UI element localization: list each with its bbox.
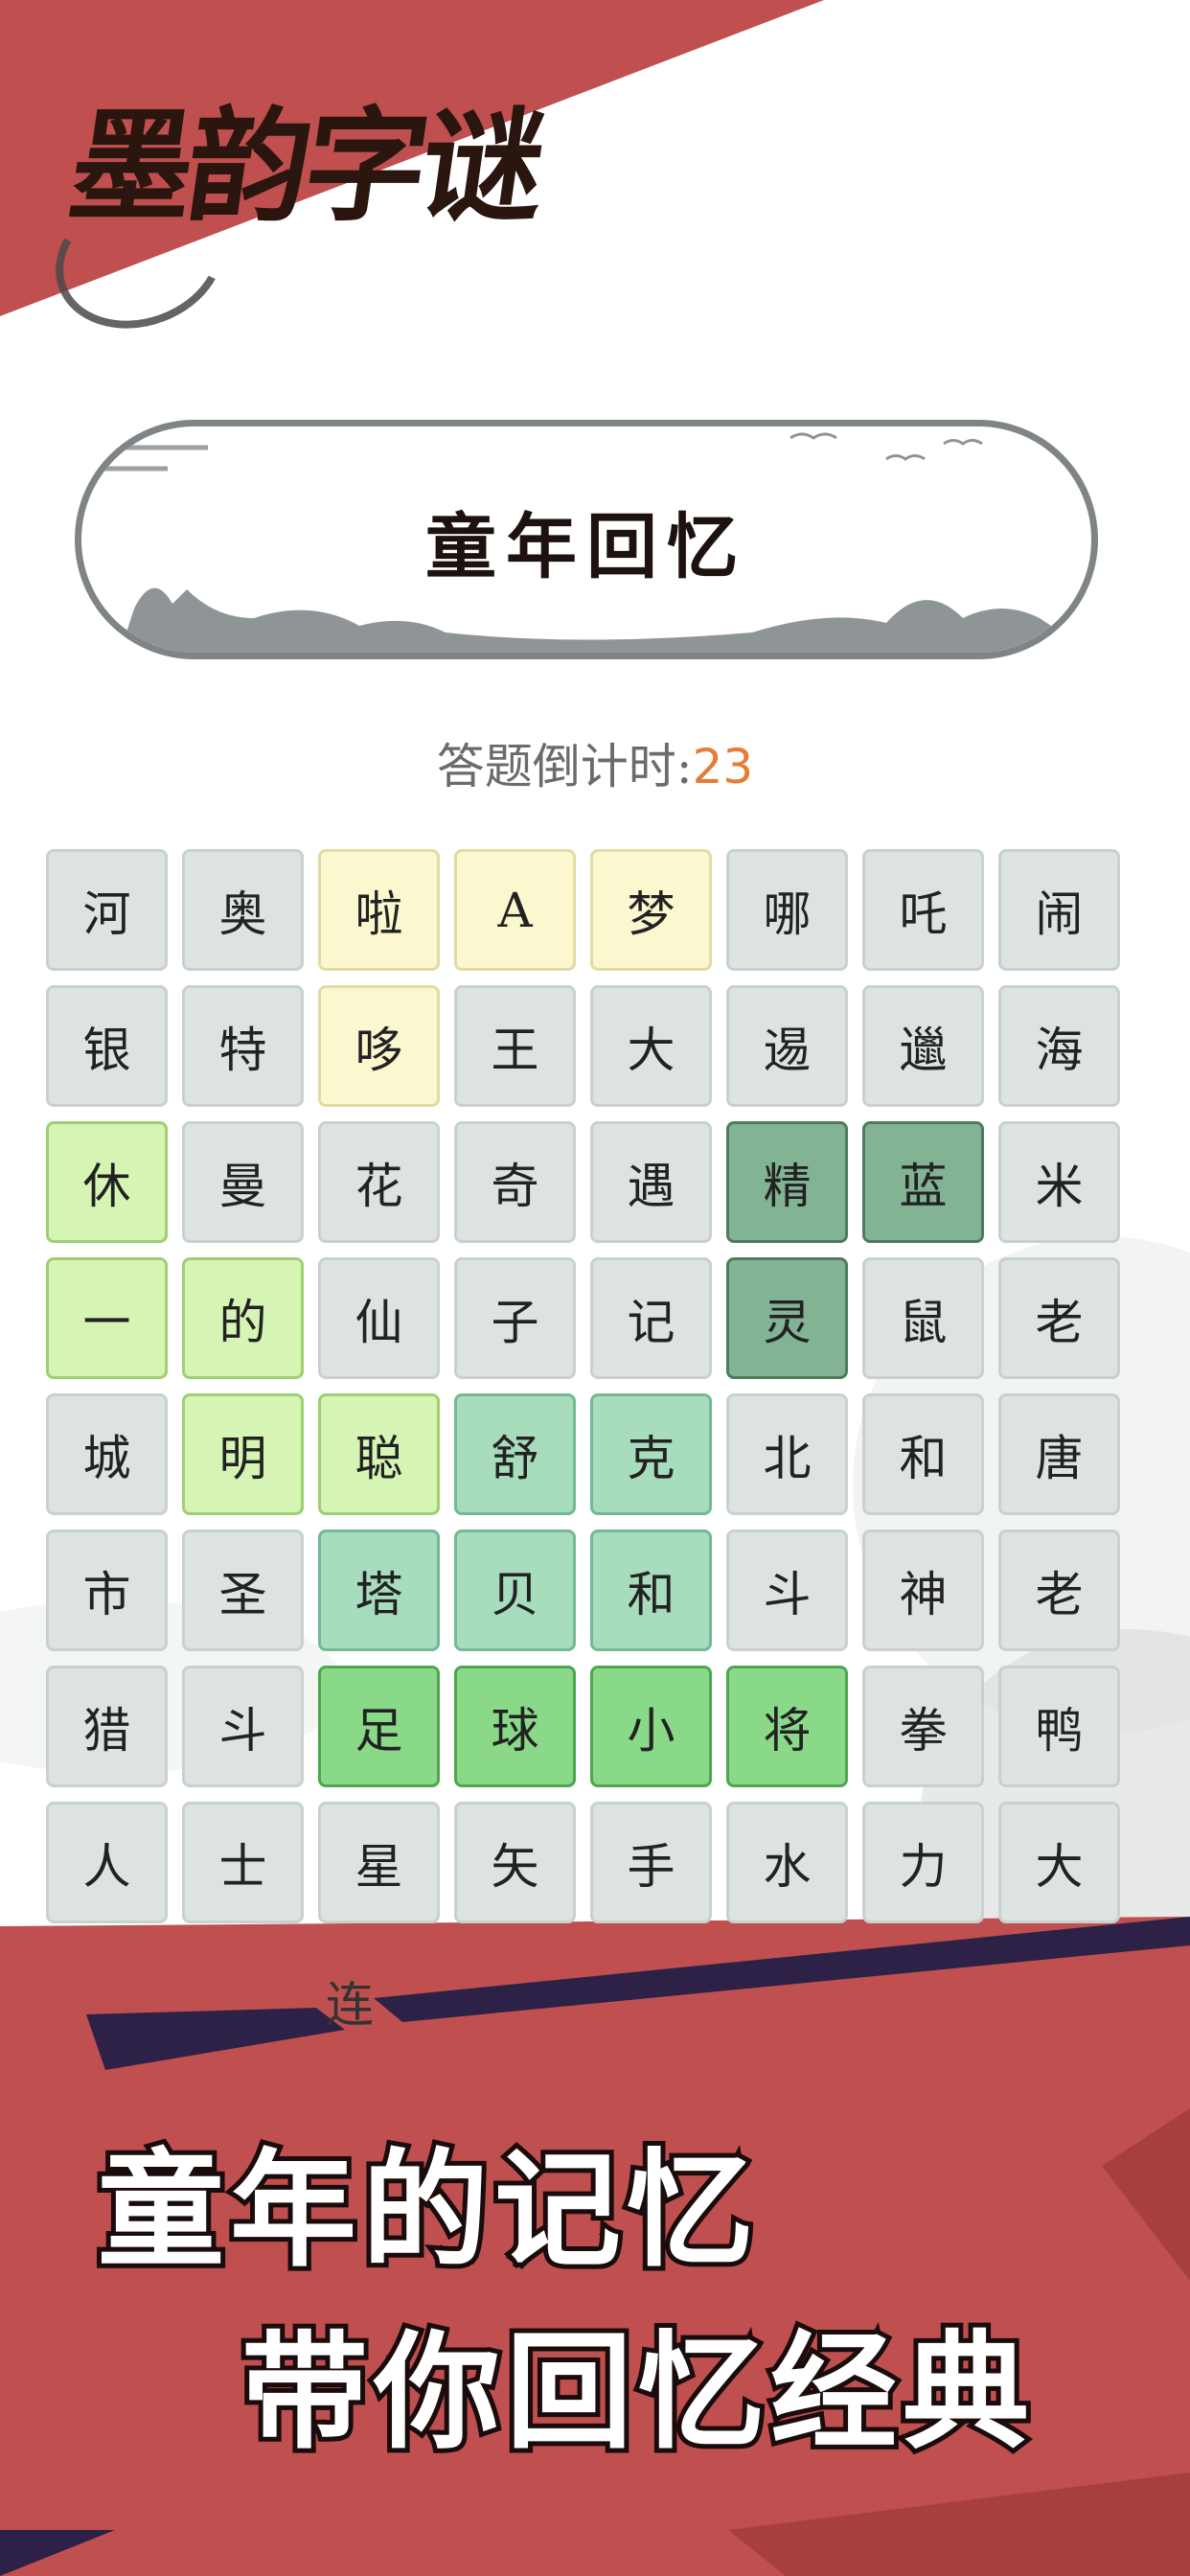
- grid-cell[interactable]: 一: [46, 1257, 168, 1379]
- grid-cell[interactable]: 舒: [454, 1393, 576, 1515]
- grid-cell[interactable]: 和: [590, 1530, 712, 1651]
- grid-cell[interactable]: 遇: [590, 1121, 712, 1243]
- grid-cell[interactable]: 河: [46, 849, 168, 971]
- grid-cell[interactable]: 大: [590, 985, 712, 1107]
- grid-cell[interactable]: 吒: [862, 849, 984, 971]
- grid-cell[interactable]: 贝: [454, 1530, 576, 1651]
- grid-cell[interactable]: 和: [862, 1393, 984, 1515]
- grid-cell[interactable]: 小: [590, 1666, 712, 1787]
- level-banner: 童年回忆: [75, 420, 1098, 659]
- grid-cell[interactable]: 人: [46, 1802, 168, 1923]
- grid-cell[interactable]: 星: [318, 1802, 440, 1923]
- grid-cell[interactable]: 奥: [182, 849, 304, 971]
- grid-cell[interactable]: 神: [862, 1530, 984, 1651]
- grid-cell[interactable]: 水: [726, 1802, 848, 1923]
- grid-cell[interactable]: 鸭: [998, 1666, 1120, 1787]
- grid-cell[interactable]: 矢: [454, 1802, 576, 1923]
- level-title: 童年回忆: [425, 506, 747, 588]
- grid-cell[interactable]: 逷: [726, 985, 848, 1107]
- grid-cell[interactable]: 灵: [726, 1257, 848, 1379]
- grid-cell[interactable]: 明: [182, 1393, 304, 1515]
- grid-cell[interactable]: 拳: [862, 1666, 984, 1787]
- grid-cell[interactable]: 记: [590, 1257, 712, 1379]
- grid-cell[interactable]: 哪: [726, 849, 848, 971]
- grid-cell[interactable]: 圣: [182, 1530, 304, 1651]
- grid-cell[interactable]: 曼: [182, 1121, 304, 1243]
- countdown-timer: 答题倒计时:23: [0, 728, 1190, 797]
- grid-cell[interactable]: 啦: [318, 849, 440, 971]
- countdown-value: 23: [692, 739, 754, 794]
- grid-cell[interactable]: 斗: [726, 1530, 848, 1651]
- grid-cell[interactable]: 邋: [862, 985, 984, 1107]
- grid-cell[interactable]: 老: [998, 1530, 1120, 1651]
- grid-cell[interactable]: 精: [726, 1121, 848, 1243]
- grid-cell[interactable]: A: [454, 849, 576, 971]
- grid-cell[interactable]: 的: [182, 1257, 304, 1379]
- grid-cell[interactable]: 塔: [318, 1530, 440, 1651]
- grid-cell[interactable]: 斗: [182, 1666, 304, 1787]
- promo-line-1: 童年的记忆: [93, 2132, 759, 2289]
- countdown-label: 答题倒计时:: [436, 739, 693, 794]
- promo-line-2: 带你回忆经典: [237, 2314, 1035, 2472]
- grid-cell[interactable]: 哆: [318, 985, 440, 1107]
- character-grid: 河奥啦A梦哪吒闹银特哆王大逷邋海休曼花奇遇精蓝米一的仙子记灵鼠老城明聪舒克北和唐…: [46, 849, 1121, 1923]
- grid-cell[interactable]: 聪: [318, 1393, 440, 1515]
- grid-cell[interactable]: 市: [46, 1530, 168, 1651]
- grid-cell[interactable]: 大: [998, 1802, 1120, 1923]
- app-logo: 墨韵字谜: [60, 95, 549, 239]
- grid-cell[interactable]: 老: [998, 1257, 1120, 1379]
- grid-cell[interactable]: 北: [726, 1393, 848, 1515]
- grid-cell[interactable]: 唐: [998, 1393, 1120, 1515]
- grid-cell[interactable]: 花: [318, 1121, 440, 1243]
- grid-cell[interactable]: 银: [46, 985, 168, 1107]
- grid-cell[interactable]: 梦: [590, 849, 712, 971]
- grid-cell[interactable]: 奇: [454, 1121, 576, 1243]
- grid-cell[interactable]: 城: [46, 1393, 168, 1515]
- grid-cell[interactable]: 猎: [46, 1666, 168, 1787]
- grid-cell[interactable]: 休: [46, 1121, 168, 1243]
- grid-cell[interactable]: 子: [454, 1257, 576, 1379]
- grid-cell[interactable]: 足: [318, 1666, 440, 1787]
- grid-cell[interactable]: 闹: [998, 849, 1120, 971]
- grid-cell[interactable]: 蓝: [862, 1121, 984, 1243]
- grid-cell[interactable]: 球: [454, 1666, 576, 1787]
- grid-cell[interactable]: 特: [182, 985, 304, 1107]
- grid-cell[interactable]: 王: [454, 985, 576, 1107]
- grid-cell[interactable]: 米: [998, 1121, 1120, 1243]
- grid-cell[interactable]: 海: [998, 985, 1120, 1107]
- grid-cell[interactable]: 鼠: [862, 1257, 984, 1379]
- grid-cell[interactable]: 力: [862, 1802, 984, 1923]
- partial-hidden-label: 连: [326, 1977, 374, 2033]
- grid-cell[interactable]: 仙: [318, 1257, 440, 1379]
- grid-cell[interactable]: 士: [182, 1802, 304, 1923]
- grid-cell[interactable]: 将: [726, 1666, 848, 1787]
- grid-cell[interactable]: 克: [590, 1393, 712, 1515]
- grid-cell[interactable]: 手: [590, 1802, 712, 1923]
